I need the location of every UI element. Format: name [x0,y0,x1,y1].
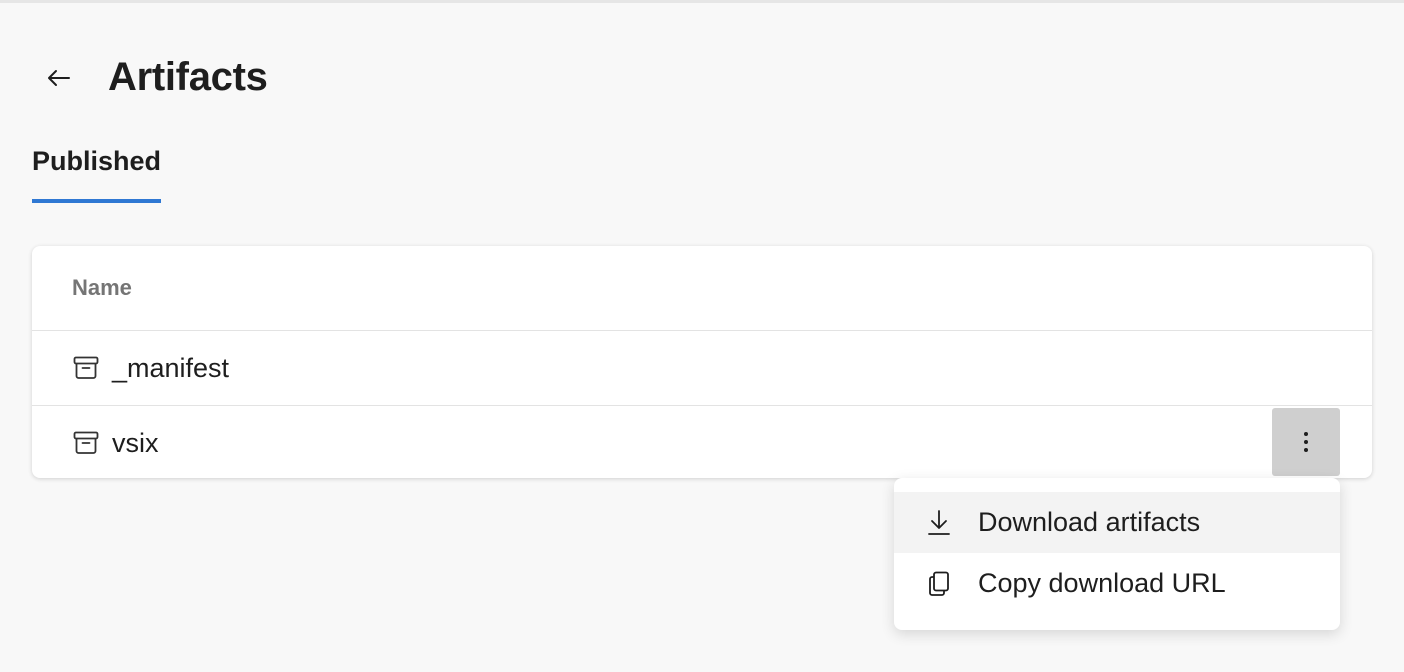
archive-box-icon [72,354,100,382]
page-header: Artifacts [32,52,268,102]
menu-item-label: Copy download URL [978,568,1226,598]
page-title: Artifacts [108,54,268,99]
tab-label: Published [32,146,162,176]
artifacts-table: Name _manifest vsix [32,246,1372,478]
tab-selected-indicator [32,199,162,203]
context-menu: Download artifacts Copy download URL [894,478,1340,630]
menu-item-download-artifacts[interactable]: Download artifacts [894,492,1340,553]
tab-published[interactable]: Published [32,146,162,203]
artifact-name: _manifest [112,352,230,383]
back-button[interactable] [32,51,84,103]
archive-box-icon [72,429,100,457]
arrow-left-icon [48,70,70,86]
copy-icon [926,569,952,599]
menu-item-copy-download-url[interactable]: Copy download URL [894,553,1340,614]
tab-bar: Published [32,146,162,203]
more-actions-button[interactable] [1272,408,1340,476]
download-icon [926,508,952,538]
top-divider [0,0,1404,3]
menu-item-label: Download artifacts [978,507,1201,537]
artifact-name: vsix [112,427,159,458]
column-header-name[interactable]: Name [32,246,1372,331]
table-row[interactable]: vsix [32,406,1372,478]
table-row[interactable]: _manifest [32,331,1372,406]
vertical-ellipsis-icon [1304,432,1308,452]
